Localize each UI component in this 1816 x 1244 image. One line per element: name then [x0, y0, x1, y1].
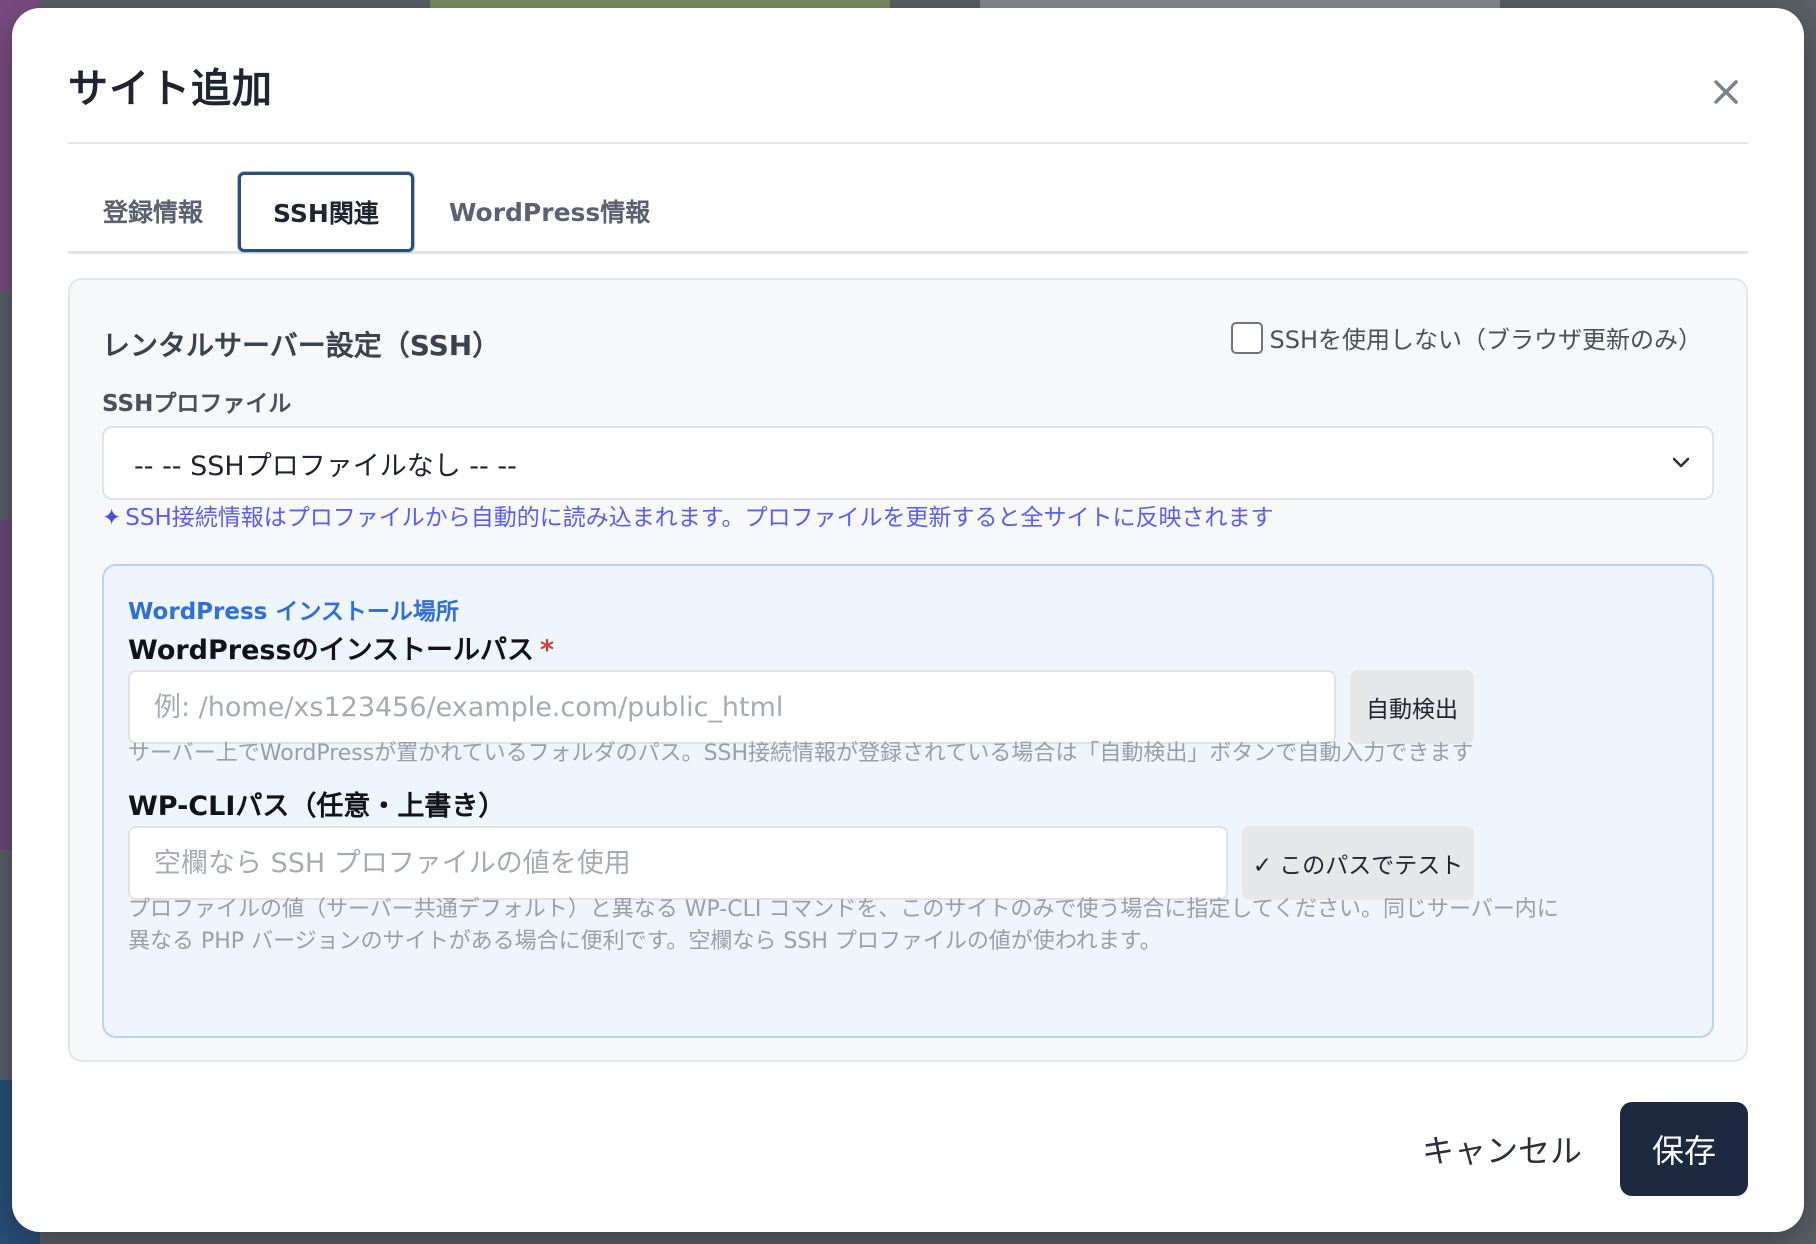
- install-path-label-text: WordPressのインストールパス: [128, 635, 535, 666]
- no-ssh-checkbox[interactable]: SSHを使用しない（ブラウザ更新のみ）: [1231, 320, 1702, 355]
- ssh-settings-panel: レンタルサーバー設定（SSH） SSHを使用しない（ブラウザ更新のみ） SSHプ…: [68, 278, 1748, 1062]
- tab-bar: 登録情報 SSH関連 WordPress情報: [68, 168, 1748, 254]
- add-site-dialog: サイト追加 登録情報 SSH関連 WordPress情報 レンタルサーバー設定（…: [12, 8, 1804, 1232]
- ssh-profile-select[interactable]: -- -- SSHプロファイルなし -- --: [102, 426, 1714, 500]
- wpcli-help-line: 異なる PHP バージョンのサイトがある場合に便利です。空欄なら SSH プロフ…: [128, 929, 1162, 954]
- chevron-down-icon: [1672, 457, 1690, 468]
- wordpress-install-box: WordPress インストール場所 WordPressのインストールパス* 自…: [102, 564, 1714, 1038]
- ssh-profile-selected-value: -- -- SSHプロファイルなし -- --: [134, 450, 517, 482]
- checkbox-box[interactable]: [1231, 321, 1264, 354]
- tab-ssh[interactable]: SSH関連: [238, 172, 414, 252]
- close-button[interactable]: [1704, 70, 1748, 114]
- dialog-header: サイト追加: [68, 48, 1748, 144]
- tab-registration-info[interactable]: 登録情報: [68, 171, 238, 251]
- ssh-profile-hint: ✦ SSH接続情報はプロファイルから自動的に読み込まれます。プロファイルを更新する…: [102, 498, 1273, 539]
- ssh-profile-hint-text: SSH接続情報はプロファイルから自動的に読み込まれます。プロファイルを更新すると…: [125, 505, 1274, 531]
- wordpress-install-title: WordPress インストール場所: [128, 599, 459, 625]
- tab-wordpress-info[interactable]: WordPress情報: [414, 171, 685, 251]
- dialog-title: サイト追加: [68, 66, 273, 112]
- autodetect-button[interactable]: 自動検出: [1350, 670, 1474, 744]
- wpcli-help-line: プロファイルの値（サーバー共通デフォルト）と異なる WP-CLI コマンドを、こ…: [128, 897, 1559, 922]
- install-path-help: サーバー上でWordPressが置かれているフォルダのパス。SSH接続情報が登録…: [128, 741, 1474, 766]
- close-icon: [1714, 80, 1738, 104]
- wpcli-path-input[interactable]: [128, 826, 1228, 900]
- install-path-label: WordPressのインストールパス *: [128, 628, 554, 667]
- cancel-button[interactable]: キャンセル: [1402, 1102, 1602, 1196]
- ssh-profile-label: SSHプロファイル: [102, 391, 292, 417]
- test-path-button[interactable]: ✓ このパスでテスト: [1242, 826, 1474, 900]
- save-button[interactable]: 保存: [1620, 1102, 1748, 1196]
- section-title: レンタルサーバー設定（SSH）: [102, 329, 501, 362]
- install-path-input[interactable]: [128, 670, 1336, 744]
- wpcli-path-help: プロファイルの値（サーバー共通デフォルト）と異なる WP-CLI コマンドを、こ…: [128, 894, 1559, 958]
- no-ssh-checkbox-label: SSHを使用しない（ブラウザ更新のみ）: [1269, 326, 1702, 354]
- wpcli-path-label: WP-CLIパス（任意・上書き）: [128, 791, 506, 822]
- sparkle-icon: ✦: [102, 505, 122, 531]
- required-marker: *: [540, 635, 555, 666]
